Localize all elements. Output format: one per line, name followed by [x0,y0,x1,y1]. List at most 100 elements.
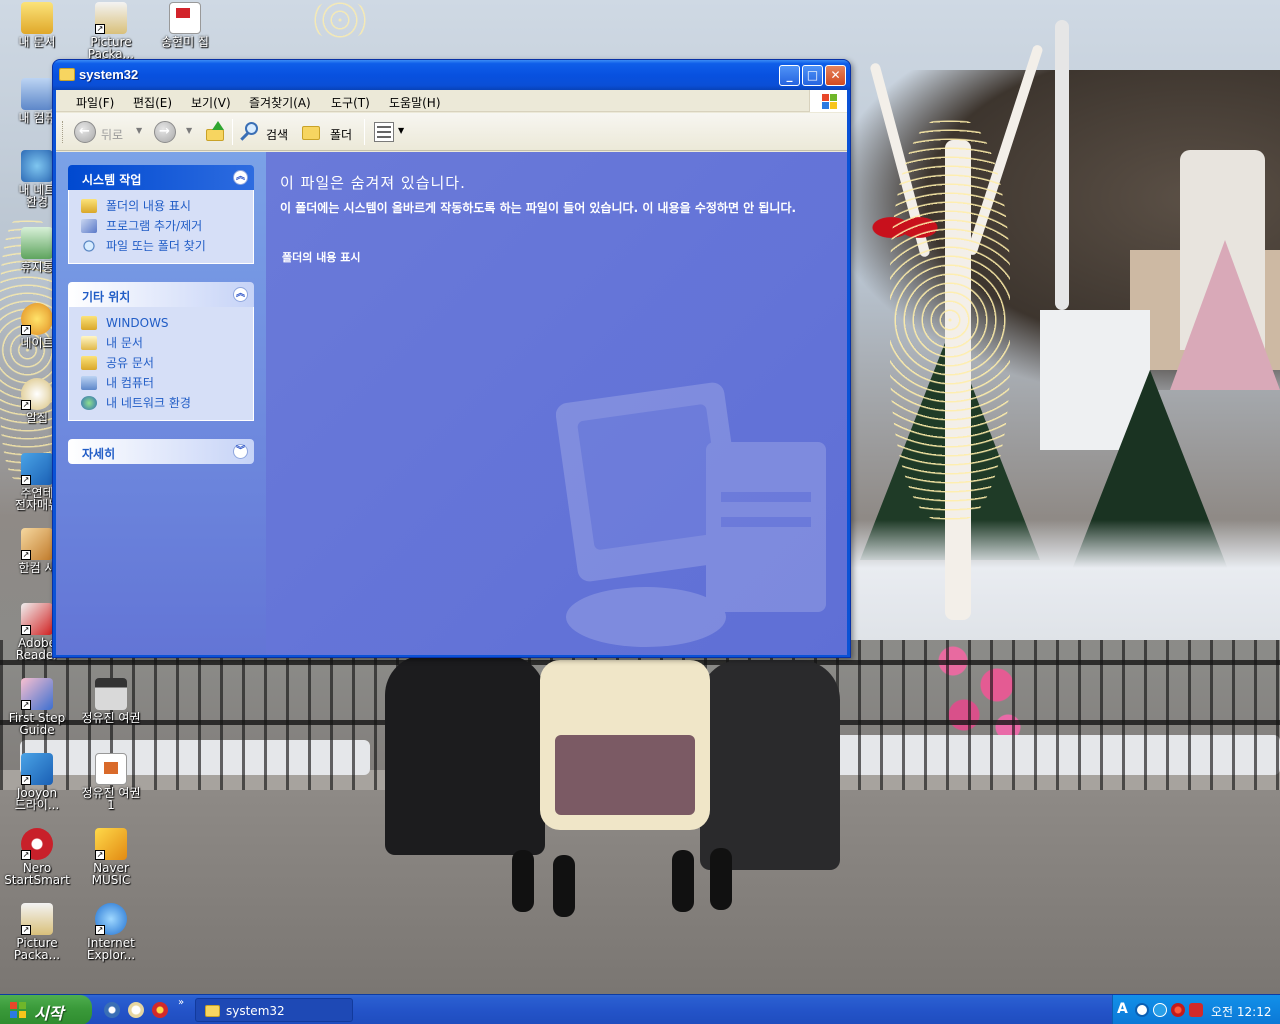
desktop-icon-passport-1[interactable]: 정유진 여권 1 [74,753,148,811]
other-places-header[interactable]: 기타 위치 ︽ [68,282,254,307]
forward-arrow-icon[interactable]: → [154,121,176,143]
menu-tools[interactable]: 도구(T) [331,94,370,111]
title-bar[interactable]: system32 _ □ ✕ [53,60,850,90]
desktop-icon-internet-explorer[interactable]: ↗ Internet Explor... [74,903,148,961]
folder-icon [205,1005,220,1017]
wallpaper-wheel [553,855,575,917]
back-arrow-icon[interactable]: ← [74,121,96,143]
picture-package-icon: ↗ [95,2,127,34]
search-button-label[interactable]: 검색 [266,126,288,143]
menu-file[interactable]: 파일(F) [76,94,114,111]
place-my-computer[interactable]: 내 컴퓨터 [81,374,253,394]
collapse-chevron-icon[interactable]: ︽ [233,287,248,302]
desktop-icon-my-documents[interactable]: 내 문서 [0,2,74,48]
taskbar: 시작 » system32 A 오전 12:12 [0,994,1280,1024]
back-dropdown-icon[interactable]: ▼ [136,126,142,135]
details-header[interactable]: 자세히 ︾ [68,439,254,464]
desktop-icon-nero[interactable]: ↗ Nero StartSmart [0,828,74,886]
close-button[interactable]: ✕ [825,65,846,86]
taskbar-item-system32[interactable]: system32 [195,998,353,1022]
recycle-bin-icon [21,227,53,259]
place-my-network[interactable]: 내 네트워크 환경 [81,394,253,414]
desktop-icon-house[interactable]: 송현미 집 [148,2,222,48]
explorer-window[interactable]: system32 _ □ ✕ 파일(F) 편집(E) 보기(V) 즐겨찾기(A)… [52,59,851,658]
show-folder-contents-link[interactable]: 폴더의 내용 표시 [282,249,361,265]
menu-favorites[interactable]: 즐겨찾기(A) [249,94,311,111]
expand-chevron-icon[interactable]: ︾ [233,444,248,459]
network-icon [81,396,97,410]
start-label: 시작 [34,1004,64,1023]
toolbar-grip[interactable] [62,121,65,143]
desktop-icon-label: 정유진 여권 [81,711,141,725]
desktop-icon-jooyon-driver[interactable]: ↗ Jooyon 드라이... [0,753,74,811]
system-tasks-header[interactable]: 시스템 작업 ︽ [68,165,254,190]
menu-bar: 파일(F) 편집(E) 보기(V) 즐겨찾기(A) 도구(T) 도움말(H) [56,90,847,112]
tray-security-icon[interactable] [1171,1003,1185,1017]
desktop-icon-passport-zip[interactable]: 정유진 여권 [74,678,148,724]
manual-icon: ↗ [21,453,53,485]
minimize-button[interactable]: _ [779,65,800,86]
place-windows[interactable]: WINDOWS [81,314,253,334]
wallpaper-wheel [672,850,694,912]
menu-view[interactable]: 보기(V) [191,94,231,111]
quicklaunch-media-icon[interactable] [152,1002,168,1018]
desktop-icon-label: 송현미 집 [161,35,209,49]
tray-arrow-icon[interactable] [1135,1003,1149,1017]
quicklaunch-disc-icon[interactable] [104,1002,120,1018]
wallpaper-wheel [710,848,732,910]
quicklaunch-messenger-icon[interactable] [128,1002,144,1018]
computer-watermark-icon [556,382,826,647]
place-label: 내 네트워크 환경 [106,396,191,410]
window-body: 파일(F) 편집(E) 보기(V) 즐겨찾기(A) 도구(T) 도움말(H) ←… [56,90,847,655]
task-show-folder-contents[interactable]: 폴더의 내용 표시 [81,197,253,217]
quicklaunch-more-icon[interactable]: » [178,997,184,1008]
task-label: 프로그램 추가/제거 [106,219,203,233]
computer-icon [81,376,97,390]
toolbar: ← 뒤로 ▼ → ▼ 검색 폴더 ▼ [56,113,847,151]
folders-button-label[interactable]: 폴더 [330,126,352,143]
hidden-files-pane: 이 파일은 숨겨져 있습니다. 이 폴더에는 시스템이 올바르게 작동하도록 하… [266,152,847,655]
place-label: 내 문서 [106,336,143,350]
task-search-files[interactable]: 파일 또는 폴더 찾기 [81,237,253,257]
desktop-icon-picture-package[interactable]: ↗ Picture Packa... [74,2,148,60]
maximize-button[interactable]: □ [802,65,823,86]
desktop-icon-label: Internet Explor... [86,936,136,962]
folder-icon [81,316,97,330]
documents-folder-icon [81,336,97,350]
views-dropdown-icon[interactable]: ▼ [398,126,404,135]
shared-folder-icon [81,356,97,370]
desktop-icon-label: Jooyon 드라이... [14,786,60,812]
desktop-icon-first-step-guide[interactable]: ↗ First Step Guide [0,678,74,736]
other-places-title: 기타 위치 [82,290,131,304]
collapse-chevron-icon[interactable]: ︽ [233,170,248,185]
place-shared-documents[interactable]: 공유 문서 [81,354,253,374]
help-icon: ↗ [21,678,53,710]
system-tasks-list: 폴더의 내용 표시 프로그램 추가/제거 파일 또는 폴더 찾기 [68,190,254,264]
folders-icon[interactable] [302,122,324,142]
forward-dropdown-icon[interactable]: ▼ [186,126,192,135]
ime-indicator[interactable]: A [1117,1001,1128,1017]
tray-network-icon[interactable] [1153,1003,1167,1017]
back-button-label[interactable]: 뒤로 [101,126,123,143]
menu-help[interactable]: 도움말(H) [389,94,441,111]
image-file-icon [95,753,127,785]
system-tray: A 오전 12:12 [1112,995,1280,1024]
start-button[interactable]: 시작 [0,995,92,1024]
place-label: 내 컴퓨터 [106,376,154,390]
menu-edit[interactable]: 편집(E) [133,94,172,111]
driver-icon: ↗ [21,753,53,785]
views-icon[interactable] [374,122,394,142]
toolbar-separator [364,119,365,145]
system-tasks-title: 시스템 작업 [82,173,142,187]
task-add-remove-programs[interactable]: 프로그램 추가/제거 [81,217,253,237]
wallpaper-pink-tree [1170,240,1280,390]
desktop-icon-picture-package-2[interactable]: ↗ Picture Packa... [0,903,74,961]
clock[interactable]: 오전 12:12 [1211,1003,1271,1020]
place-my-documents[interactable]: 내 문서 [81,334,253,354]
desktop-icon-label: Nero StartSmart [4,861,70,887]
alzip-icon: ↗ [21,378,53,410]
up-folder-icon[interactable] [204,121,226,143]
tray-ati-icon[interactable] [1189,1003,1203,1017]
desktop-icon-naver-music[interactable]: ↗ Naver MUSIC [74,828,148,886]
search-icon[interactable] [239,121,261,143]
